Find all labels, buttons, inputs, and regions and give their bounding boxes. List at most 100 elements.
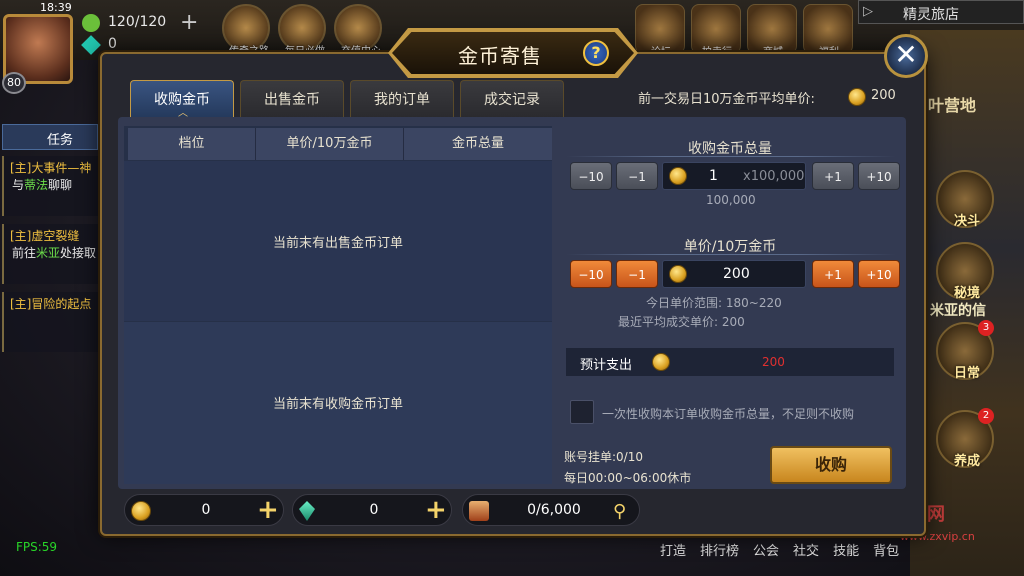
quest-desc-suffix: 处接取 (60, 246, 97, 260)
gem-currency: 0 + (292, 494, 452, 526)
total-plus10-button[interactable]: +10 (858, 162, 900, 190)
total-plus1-button[interactable]: +1 (812, 162, 854, 190)
quest-title: [主]虚空裂缝 (10, 229, 80, 243)
add-stamina-button[interactable]: + (180, 10, 198, 35)
gold-coin-icon (848, 88, 866, 106)
gold-amount: 0 (201, 502, 211, 518)
quest-tab-label: 任务 (47, 133, 74, 148)
fps-counter: FPS:59 (16, 540, 58, 554)
tab-label: 成交记录 (484, 92, 540, 108)
total-heading: 收购金币总量 (688, 141, 772, 157)
scroll-amount: 0/6,000 (527, 502, 581, 518)
account-orders: 账号挂单:0/10 (564, 450, 643, 464)
gem-amount: 0 (369, 502, 379, 518)
empty-sell-orders: 当前末有出售金币订单 (272, 236, 403, 251)
tab-label: 我的订单 (374, 92, 430, 108)
location-name: 精灵旅店 (903, 7, 959, 23)
quest-title: [主]冒险的起点 (10, 297, 92, 311)
checkbox-label: 一次性收购本订单收购金币总量，不足则不收购 (602, 407, 855, 421)
stamina-icon (82, 14, 100, 32)
table-header: 档位 单价/10万金币 金币总量 (128, 128, 552, 160)
tab-my-orders[interactable]: 我的订单 (350, 80, 454, 118)
quest-desc-suffix: 聊聊 (48, 178, 73, 192)
nav-social[interactable]: 社交 (793, 540, 819, 559)
total-minus10-button[interactable]: −10 (570, 162, 612, 190)
gold-coin-icon (669, 265, 687, 283)
all-or-nothing-checkbox[interactable] (570, 400, 594, 424)
total-quantity-field[interactable]: 1 x100,000 (662, 162, 806, 190)
auction-button[interactable]: 拍卖行 (691, 4, 741, 58)
dialog-tabs: 收购金币 ︿ 出售金币 我的订单 成交记录 (130, 80, 564, 119)
nav-guild[interactable]: 公会 (753, 540, 779, 559)
unit-price-field[interactable]: 200 (662, 260, 806, 288)
quest-desc-prefix: 前往 (12, 246, 37, 260)
quest-desc-prefix: 与 (12, 178, 25, 192)
side-btn-label: 日常 (953, 366, 980, 381)
bottom-nav: 打造 排行榜 公会 社交 技能 背包 (660, 540, 899, 559)
welfare-button[interactable]: 福利 (803, 4, 853, 58)
gold-coin-icon (652, 353, 670, 371)
tab-sell-gold[interactable]: 出售金币 (240, 80, 344, 118)
total-quantity-unit: x100,000 (743, 169, 805, 184)
quest-item[interactable]: [主]冒险的起点 (2, 292, 100, 352)
notification-badge: 2 (978, 408, 994, 424)
dialog-title: 金币寄售 (458, 44, 542, 68)
total-quantity-value: 1 (709, 168, 718, 184)
gem-icon (299, 501, 315, 521)
tab-trade-history[interactable]: 成交记录 (460, 80, 564, 118)
add-gem-button[interactable]: + (425, 495, 447, 525)
market-closed-hours: 每日00:00~06:00休市 (564, 471, 692, 485)
nav-bag[interactable]: 背包 (873, 540, 899, 559)
column-total-gold: 金币总量 (404, 128, 552, 160)
column-unit-price: 单价/10万金币 (256, 128, 404, 160)
cultivate-button[interactable]: 养成 2 (936, 408, 994, 469)
duel-button[interactable]: 决斗 (936, 170, 994, 229)
close-icon[interactable]: ✕ (884, 34, 928, 78)
quest-desc: 与蒂法聊聊 (12, 176, 72, 193)
help-icon[interactable]: ? (583, 40, 609, 66)
buy-button[interactable]: 收购 (770, 446, 892, 484)
gem-value: 0 (108, 36, 117, 52)
side-btn-label: 养成 (953, 454, 980, 469)
forum-button[interactable]: 论坛 (635, 4, 685, 58)
tab-label: 收购金币 (154, 92, 210, 108)
price-plus1-button[interactable]: +1 (812, 260, 854, 288)
empty-buy-orders: 当前末有收购金币订单 (272, 397, 403, 412)
unit-price-value: 200 (723, 266, 750, 282)
camp-label: 叶营地 (928, 96, 977, 115)
daily-button[interactable]: 日常 3 (936, 320, 994, 381)
notification-badge: 3 (978, 320, 994, 336)
quest-item[interactable]: [主]大事件—神 与蒂法聊聊 (2, 156, 100, 216)
price-range: 今日单价范围: 180~220 (646, 296, 782, 310)
legend-road-button[interactable]: 传奇之路 (222, 4, 270, 57)
price-minus10-button[interactable]: −10 (570, 260, 612, 288)
quest-tab[interactable]: 任务 (2, 124, 98, 150)
nav-ranking[interactable]: 排行榜 (700, 540, 739, 559)
recharge-center-button[interactable]: 充值中心 (334, 4, 382, 57)
price-plus10-button[interactable]: +10 (858, 260, 900, 288)
location-bar[interactable]: ▷ 精灵旅店 (858, 0, 1024, 24)
side-btn-label: 决斗 (953, 214, 980, 229)
price-minus1-button[interactable]: −1 (616, 260, 658, 288)
avg-price-value: 200 (871, 88, 896, 103)
total-minus1-button[interactable]: −1 (616, 162, 658, 190)
nav-craft[interactable]: 打造 (660, 540, 686, 559)
total-subtotal: 100,000 (706, 193, 756, 207)
daily-tasks-button[interactable]: 每日必做 (278, 4, 326, 57)
gold-coin-icon (131, 501, 151, 521)
column-tier: 档位 (128, 128, 256, 160)
expense-value: 200 (762, 355, 785, 369)
secret-realm-button[interactable]: 秘境 (936, 242, 994, 301)
shop-button[interactable]: 商城 (747, 4, 797, 58)
nav-skills[interactable]: 技能 (833, 540, 859, 559)
divider (566, 254, 896, 255)
side-green-text: 米亚的信 (930, 303, 986, 319)
avg-price-label: 前一交易日10万金币平均单价: (638, 92, 815, 107)
gold-currency: 0 + (124, 494, 284, 526)
tab-buy-gold[interactable]: 收购金币 ︿ (130, 80, 234, 119)
search-icon[interactable]: ⚲ (613, 501, 626, 522)
expand-arrow-icon[interactable]: ▷ (863, 4, 873, 19)
player-level-badge: 80 (2, 72, 26, 94)
quest-item[interactable]: [主]虚空裂缝 前往米亚处接取 (2, 224, 100, 284)
add-gold-button[interactable]: + (257, 495, 279, 525)
